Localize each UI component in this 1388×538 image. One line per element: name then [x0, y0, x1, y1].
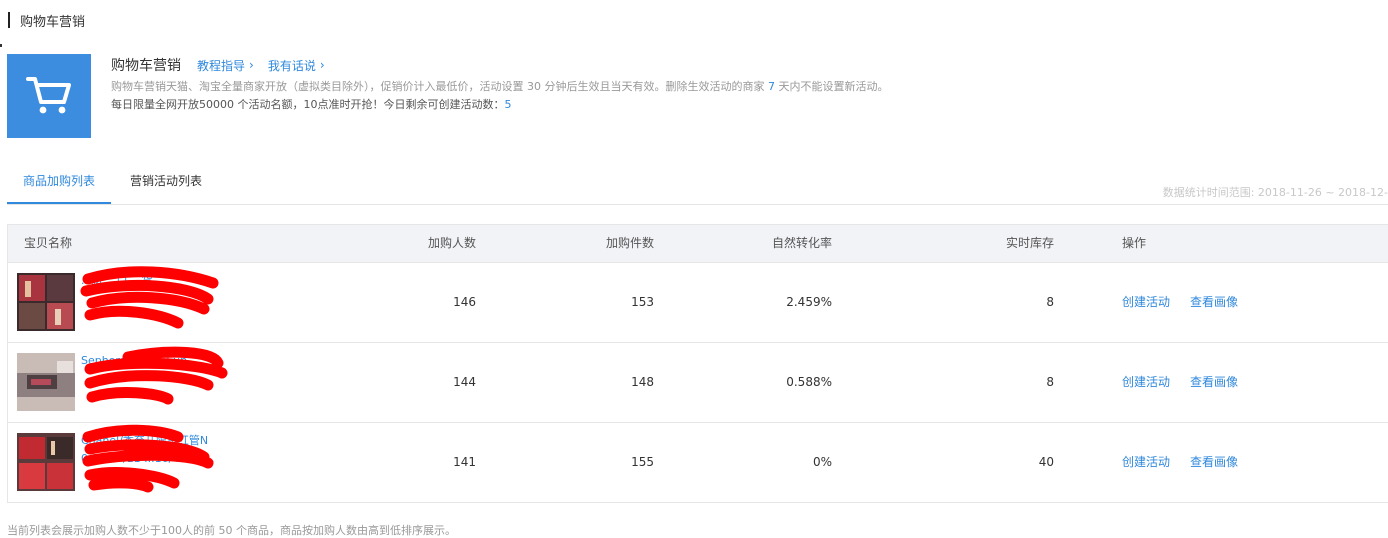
- tab-campaign-list[interactable]: 营销活动列表: [114, 160, 218, 203]
- buyers-count: 146: [453, 295, 476, 309]
- product-name-link[interactable]: ...新 ...口 ...货: [81, 272, 221, 332]
- promo-desc-tail: 天内不能设置新活动。: [774, 80, 889, 93]
- product-image: [17, 353, 75, 411]
- conversion-rate: 0.588%: [786, 375, 832, 389]
- col-conversion: 自然转化率: [771, 236, 832, 250]
- title-bar-accent: [8, 12, 10, 28]
- table-row: Sephora丝芙 ...3 un... 144 148 0.588% 8 创建…: [8, 343, 1388, 423]
- conversion-rate: 2.459%: [786, 295, 832, 309]
- buyers-count: 141: [453, 455, 476, 469]
- promo-header: 购物车营销 教程指导 › 我有话说 ›: [111, 54, 888, 76]
- tutorial-link-label: 教程指导: [197, 58, 246, 73]
- product-thumbnail[interactable]: [17, 433, 75, 491]
- product-image: [17, 433, 75, 491]
- stock-count: 40: [1038, 455, 1054, 469]
- promo-desc-text: 购物车营销天猫、淘宝全量商家开放（虚拟类目除外），促销价计入最低价，活动设置 3…: [111, 80, 768, 93]
- create-campaign-button[interactable]: 创建活动: [1122, 423, 1170, 502]
- pieces-count: 153: [631, 295, 654, 309]
- list-footnote: 当前列表会展示加购人数不少于100人的前 50 个商品，商品按加购人数由高到低排…: [7, 524, 456, 537]
- promo-banner: 购物车营销 教程指导 › 我有话说 › 购物车营销天猫、淘宝全量商家开放（虚拟类…: [7, 54, 1387, 140]
- promo-title: 购物车营销: [111, 58, 181, 74]
- tab-bar: 商品加购列表 营销活动列表 数据统计时间范围: 2018-11-26 ~ 201…: [7, 160, 1388, 205]
- tutorial-link[interactable]: 教程指导 ›: [197, 57, 254, 74]
- product-image: [17, 273, 75, 331]
- feedback-link-label: 我有话说: [267, 58, 316, 73]
- stock-count: 8: [1046, 375, 1054, 389]
- product-thumbnail[interactable]: [17, 273, 75, 331]
- table-header: 宝贝名称 加购人数 加购件数 自然转化率 实时库存 操作: [8, 225, 1388, 263]
- pieces-count: 155: [631, 455, 654, 469]
- product-name-link[interactable]: Sephora丝芙 ...3 un...: [81, 352, 221, 412]
- page-title: 购物车营销: [8, 10, 85, 30]
- view-profile-button[interactable]: 查看画像: [1190, 263, 1238, 342]
- view-profile-button[interactable]: 查看画像: [1190, 343, 1238, 422]
- corner-mark: [0, 44, 2, 47]
- table-row: Chanel/香奈儿限量红管N 0.15 ... /11 ...16/43/65…: [8, 423, 1388, 502]
- col-item-name: 宝贝名称: [24, 236, 73, 250]
- col-pieces: 加购件数: [605, 236, 654, 250]
- chevron-right-icon: ›: [319, 58, 325, 72]
- product-table: 宝贝名称 加购人数 加购件数 自然转化率 实时库存 操作 ...新 ...口 .…: [7, 224, 1388, 503]
- promo-quota: 每日限量全网开放50000 个活动名额，10点准时开抢！今日剩余可创建活动数：5: [111, 96, 888, 114]
- stock-count: 8: [1046, 295, 1054, 309]
- create-campaign-button[interactable]: 创建活动: [1122, 343, 1170, 422]
- view-profile-button[interactable]: 查看画像: [1190, 423, 1238, 502]
- feedback-link[interactable]: 我有话说 ›: [268, 57, 325, 74]
- page-title-text: 购物车营销: [20, 14, 86, 30]
- col-actions: 操作: [1122, 236, 1147, 250]
- buyers-count: 144: [453, 375, 476, 389]
- product-thumbnail[interactable]: [17, 353, 75, 411]
- promo-quota-text: 每日限量全网开放50000 个活动名额，10点准时开抢！今日剩余可创建活动数：: [111, 98, 505, 111]
- conversion-rate: 0%: [812, 455, 832, 469]
- cart-glyph: [26, 77, 71, 114]
- col-stock: 实时库存: [1005, 236, 1054, 250]
- promo-description: 购物车营销天猫、淘宝全量商家开放（虚拟类目除外），促销价计入最低价，活动设置 3…: [111, 78, 888, 96]
- chevron-right-icon: ›: [249, 58, 254, 72]
- pieces-count: 148: [631, 375, 654, 389]
- table-row: ...新 ...口 ...货 146 153 2.459% 8 创建活动 查看画…: [8, 263, 1388, 343]
- product-name-link[interactable]: Chanel/香奈儿限量红管N 0.15 ... /11 ...16/43/65…: [81, 432, 221, 492]
- create-campaign-button[interactable]: 创建活动: [1122, 263, 1170, 342]
- tab-cart-add-list[interactable]: 商品加购列表: [7, 160, 112, 204]
- stat-time-range: 数据统计时间范围: 2018-11-26 ~ 2018-12-: [1162, 186, 1388, 199]
- promo-quota-remaining: 5: [504, 98, 512, 111]
- promo-desc-days: 7: [767, 80, 775, 93]
- col-buyers: 加购人数: [427, 236, 476, 250]
- shopping-cart-icon: [7, 54, 91, 138]
- promo-body: 购物车营销 教程指导 › 我有话说 › 购物车营销天猫、淘宝全量商家开放（虚拟类…: [111, 54, 888, 114]
